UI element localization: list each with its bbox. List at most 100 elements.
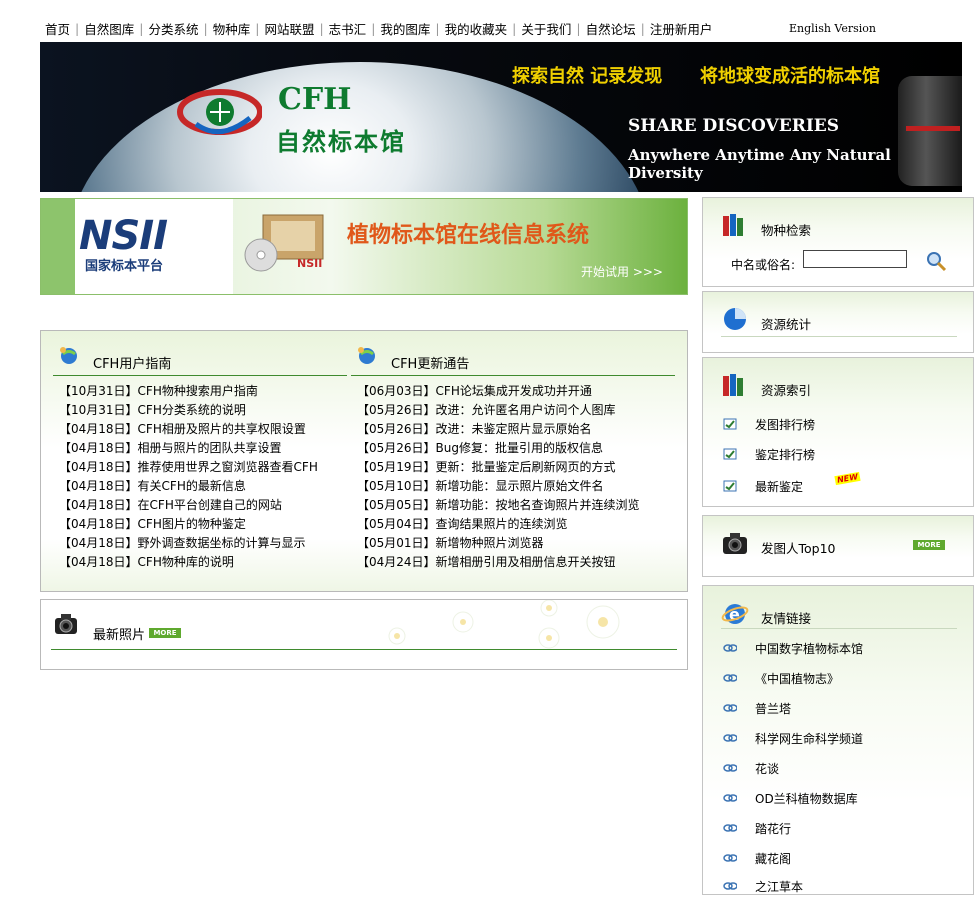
list-item: 【04月24日】新增相册引用及相册信息开关按钮 xyxy=(351,553,675,572)
item-link[interactable]: 新增物种照片浏览器 xyxy=(436,536,544,550)
item-link[interactable]: 有关CFH的最新信息 xyxy=(138,479,246,493)
friend-link-label[interactable]: OD兰科植物数据库 xyxy=(755,790,858,807)
link-icon xyxy=(723,674,737,682)
nsii-trial-link[interactable]: 开始试用 >>> xyxy=(581,263,663,280)
item-link[interactable]: 改进：允许匿名用户访问个人图库 xyxy=(436,403,616,417)
top10-more-button[interactable]: MORE xyxy=(913,540,945,550)
latest-photos-more-button[interactable]: MORE xyxy=(149,628,181,638)
nav-taxonomy[interactable]: 分类系统 xyxy=(143,19,203,38)
friend-links-panel: e 友情链接 中国数字植物标本馆 《中国植物志》 普兰塔 科学网生命科学频道 花… xyxy=(702,585,974,895)
friend-link-label[interactable]: 中国数字植物标本馆 xyxy=(755,640,863,657)
latest-photos-title: 最新照片 xyxy=(93,628,146,643)
software-box-icon: NSII xyxy=(244,214,324,272)
updates-column: CFH更新通告 【06月03日】CFH论坛集成开发成功并开通 【05月26日】改… xyxy=(351,343,675,572)
item-link[interactable]: 新增功能：按地名查询照片并连续浏览 xyxy=(436,498,640,512)
item-link[interactable]: 相册与照片的团队共享设置 xyxy=(138,441,282,455)
item-link[interactable]: CFH物种库的说明 xyxy=(138,555,234,569)
list-item: 【06月03日】CFH论坛集成开发成功并开通 xyxy=(351,382,675,401)
list-item: 【05月26日】改进：未鉴定照片显示原始名 xyxy=(351,420,675,439)
item-date: 【04月24日】 xyxy=(357,555,436,569)
friend-link-label[interactable]: 科学网生命科学频道 xyxy=(755,730,863,747)
globe-users-icon xyxy=(60,347,77,364)
latest-photos-panel: 最新照片 MORE xyxy=(40,599,688,670)
nav-home[interactable]: 首页 xyxy=(40,19,75,38)
user-guide-title: CFH用户指南 xyxy=(93,357,172,372)
index-item-label[interactable]: 发图排行榜 xyxy=(755,416,815,433)
item-link[interactable]: 新增相册引用及相册信息开关按钮 xyxy=(436,555,616,569)
camera-lens-image xyxy=(898,76,962,186)
item-link[interactable]: 在CFH平台创建自己的网站 xyxy=(138,498,282,512)
item-link[interactable]: CFH图片的物种鉴定 xyxy=(138,517,246,531)
friend-link-label[interactable]: 踏花行 xyxy=(755,820,791,837)
nav-alliance[interactable]: 网站联盟 xyxy=(259,19,319,38)
species-search-title: 物种检索 xyxy=(761,223,812,238)
nav-favorites[interactable]: 我的收藏夹 xyxy=(440,19,513,38)
resource-stats-header: 资源统计 xyxy=(721,306,971,334)
sidebar: 物种检索 中名或俗名: 资源统计 资源索引 发图排行榜 鉴定排行榜 最新鉴定 N… xyxy=(702,195,980,895)
nav-my-gallery[interactable]: 我的图库 xyxy=(375,19,435,38)
item-link[interactable]: CFH分类系统的说明 xyxy=(138,403,246,417)
item-date: 【05月26日】 xyxy=(357,441,436,455)
svg-text:NSII: NSII xyxy=(297,257,322,270)
friend-link-label[interactable]: 普兰塔 xyxy=(755,700,791,717)
list-item: 【05月04日】查询结果照片的连续浏览 xyxy=(351,515,675,534)
friend-link-label[interactable]: 《中国植物志》 xyxy=(755,670,839,687)
books-icon xyxy=(723,374,743,396)
friend-links-title: 友情链接 xyxy=(761,611,812,626)
item-link[interactable]: 野外调查数据坐标的计算与显示 xyxy=(138,536,306,550)
nav-species[interactable]: 物种库 xyxy=(208,19,256,38)
top10-panel: 发图人Top10 MORE xyxy=(702,515,974,577)
friend-link-label[interactable]: 花谈 xyxy=(755,760,779,777)
top10-title: 发图人Top10 xyxy=(761,541,836,556)
internet-explorer-icon: e xyxy=(721,604,749,624)
link-icon xyxy=(723,764,737,772)
resource-index-header: 资源索引 xyxy=(721,372,971,400)
list-item: 【05月26日】改进：允许匿名用户访问个人图库 xyxy=(351,401,675,420)
item-link[interactable]: 更新：批量鉴定后刷新网页的方式 xyxy=(436,460,616,474)
nav-about[interactable]: 关于我们 xyxy=(516,19,576,38)
nsii-banner[interactable]: NSII 国家标本平台 NSII 植物标本馆在线信息系统 开始试用 >>> xyxy=(40,198,688,295)
link-icon xyxy=(723,644,737,652)
updates-header: CFH更新通告 xyxy=(351,343,675,376)
item-link[interactable]: CFH相册及照片的共享权限设置 xyxy=(138,422,306,436)
search-icon[interactable] xyxy=(925,250,947,272)
banner-slogan-1: 探索自然 记录发现 xyxy=(512,66,663,87)
resource-stats-title: 资源统计 xyxy=(761,317,812,332)
nav-forum[interactable]: 自然论坛 xyxy=(581,19,641,38)
item-date: 【04月18日】 xyxy=(59,517,138,531)
user-guide-column: CFH用户指南 【10月31日】CFH物种搜索用户指南 【10月31日】CFH分… xyxy=(53,343,347,572)
english-version-link[interactable]: English Version xyxy=(784,22,881,35)
item-link[interactable]: 查询结果照片的连续浏览 xyxy=(436,517,568,531)
item-link[interactable]: Bug修复：批量引用的版权信息 xyxy=(436,441,603,455)
item-date: 【05月19日】 xyxy=(357,460,436,474)
item-link[interactable]: 推荐使用世界之窗浏览器查看CFH xyxy=(138,460,318,474)
item-link[interactable]: 改进：未鉴定照片显示原始名 xyxy=(436,422,592,436)
item-date: 【04月18日】 xyxy=(59,441,138,455)
item-link[interactable]: 新增功能：显示照片原始文件名 xyxy=(436,479,604,493)
nav-flora[interactable]: 志书汇 xyxy=(324,19,372,38)
link-icon xyxy=(723,824,737,832)
item-link[interactable]: CFH论坛集成开发成功并开通 xyxy=(436,384,592,398)
item-date: 【04月18日】 xyxy=(59,422,138,436)
link-icon xyxy=(723,882,737,890)
list-item: 【04月18日】有关CFH的最新信息 xyxy=(53,477,347,496)
item-date: 【05月10日】 xyxy=(357,479,436,493)
species-search-input[interactable] xyxy=(803,250,907,268)
friend-link-label[interactable]: 之江草本 xyxy=(755,878,803,895)
item-link[interactable]: CFH物种搜索用户指南 xyxy=(138,384,258,398)
index-item-label[interactable]: 最新鉴定 xyxy=(755,478,803,495)
item-date: 【04月18日】 xyxy=(59,460,138,474)
news-panel: CFH用户指南 【10月31日】CFH物种搜索用户指南 【10月31日】CFH分… xyxy=(40,330,688,592)
banner-share: SHARE DISCOVERIES xyxy=(628,116,840,136)
list-item: 【05月19日】更新：批量鉴定后刷新网页的方式 xyxy=(351,458,675,477)
item-date: 【05月26日】 xyxy=(357,403,436,417)
nav-nature-gallery[interactable]: 自然图库 xyxy=(79,19,139,38)
nsii-left-band xyxy=(41,199,75,294)
list-item: 【05月01日】新增物种照片浏览器 xyxy=(351,534,675,553)
books-icon xyxy=(723,214,743,236)
globe-users-icon xyxy=(358,347,375,364)
index-item-label[interactable]: 鉴定排行榜 xyxy=(755,446,815,463)
item-date: 【04月18日】 xyxy=(59,479,138,493)
friend-link-label[interactable]: 藏花阁 xyxy=(755,850,791,867)
nav-register[interactable]: 注册新用户 xyxy=(645,19,718,38)
